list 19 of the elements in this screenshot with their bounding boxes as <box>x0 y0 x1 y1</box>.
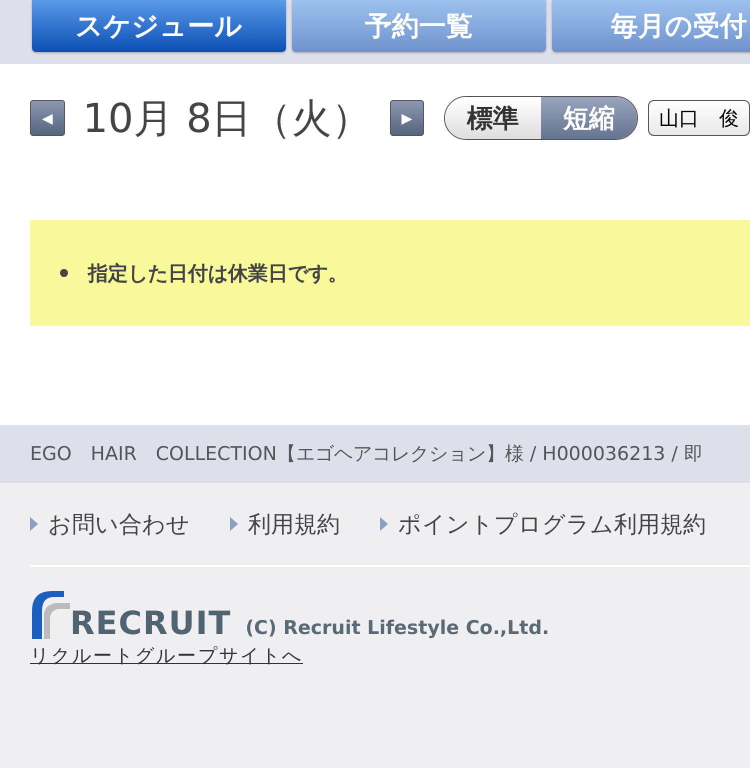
staff-select[interactable]: 山口 俊 <box>648 100 750 136</box>
date-title: 10月 8日（火） <box>82 94 372 144</box>
triangle-icon <box>30 517 38 531</box>
next-day-button[interactable]: ▶ <box>390 100 424 136</box>
group-site-link[interactable]: リクルートグループサイトへ <box>30 643 303 669</box>
copyright-text: (C) Recruit Lifestyle Co.,Ltd. <box>245 617 550 639</box>
logo-arc-icon <box>30 589 70 639</box>
logo-text: RECRUIT <box>70 607 232 639</box>
footer-link[interactable]: お問い合わせ <box>30 508 190 540</box>
bullet-icon <box>60 269 68 277</box>
nav-tab[interactable]: スケジュール <box>32 0 286 52</box>
previous-day-button[interactable]: ◀ <box>30 100 65 136</box>
footer-link[interactable]: 利用規約 <box>230 508 340 540</box>
triangle-icon <box>380 517 388 531</box>
view-mode-button[interactable]: 標準 <box>445 97 542 139</box>
triangle-icon <box>230 517 238 531</box>
footer-link[interactable]: ポイントプログラム利用規約 <box>380 508 706 540</box>
salon-info: EGO HAIR COLLECTION【エゴヘアコレクション】様 / H000036213 / 即 <box>30 442 703 467</box>
notice-message: 指定した日付は休業日です。 <box>88 260 348 286</box>
